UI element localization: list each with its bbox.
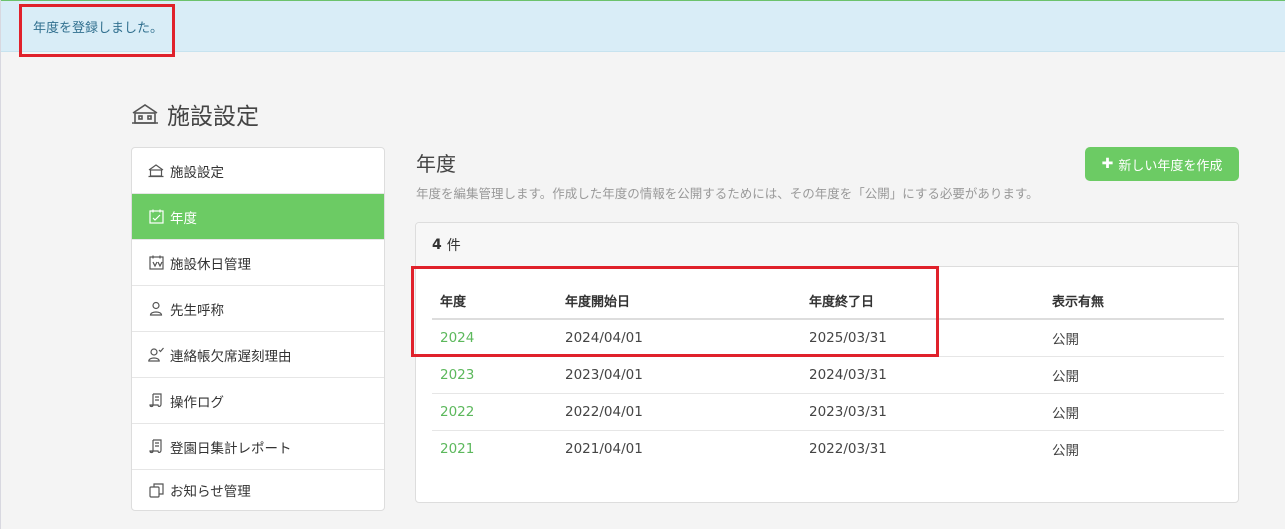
column-header-year: 年度: [432, 283, 557, 320]
year-link[interactable]: 2021: [440, 441, 474, 457]
sidebar-item-holidays[interactable]: 施設休日管理: [132, 240, 384, 286]
calendar-icon: [148, 255, 164, 271]
year-list-panel: 4 件 年度 年度開始日 年度終了日 表示有無 2024 2024/04/01 …: [415, 222, 1239, 503]
sidebar-item-label: 操作ログ: [170, 394, 224, 411]
plus-icon: ✚: [1101, 156, 1114, 172]
column-header-end-date: 年度終了日: [801, 283, 1044, 320]
year-link[interactable]: 2022: [440, 404, 474, 420]
start-date-cell: 2022/04/01: [557, 393, 801, 431]
scroll-icon: [148, 439, 164, 455]
year-link[interactable]: 2024: [440, 330, 474, 346]
end-date-cell: 2022/03/31: [809, 440, 887, 457]
sidebar-item-notices[interactable]: お知らせ管理: [132, 470, 384, 510]
calendar-icon: [148, 209, 164, 225]
section-description: 年度を編集管理します。作成した年度の情報を公開するためには、その年度を「公開」に…: [416, 186, 1039, 201]
end-date-cell: 2024/03/31: [801, 356, 1044, 394]
building-icon: [148, 163, 164, 179]
visibility-cell: 公開: [1044, 356, 1224, 394]
year-table: 年度 年度開始日 年度終了日 表示有無 2024 2024/04/01 2025…: [432, 283, 1224, 467]
table-row: 2022 2022/04/01 2023/03/31 公開: [432, 393, 1224, 431]
sidebar-item-label: 施設設定: [170, 164, 224, 181]
sidebar-item-absence-reasons[interactable]: 連絡帳欠席遅刻理由: [132, 332, 384, 378]
page-title-text: 施設設定: [167, 104, 259, 130]
table-header-row: 年度 年度開始日 年度終了日 表示有無: [432, 283, 1224, 320]
table-row: 2023 2023/04/01 2024/03/31 公開: [432, 356, 1224, 394]
column-header-start-date: 年度開始日: [557, 283, 801, 320]
sidebar-item-year[interactable]: 年度: [132, 194, 384, 240]
alert-message: 年度を登録しました。: [33, 21, 164, 36]
record-count: 4: [432, 236, 442, 253]
sidebar-item-label: お知らせ管理: [170, 484, 251, 500]
person-icon: [148, 301, 164, 317]
visibility-cell: 公開: [1044, 319, 1224, 357]
building-icon: [131, 102, 159, 126]
sidebar-item-attendance-report[interactable]: 登園日集計レポート: [132, 424, 384, 470]
sidebar-item-operation-log[interactable]: 操作ログ: [132, 378, 384, 424]
page-title: 施設設定: [131, 97, 259, 131]
sidebar-item-facility-settings[interactable]: 施設設定: [132, 148, 384, 194]
section-title: 年度: [416, 152, 456, 176]
create-year-button[interactable]: ✚ 新しい年度を作成: [1085, 147, 1239, 181]
sidebar-item-label: 連絡帳欠席遅刻理由: [170, 348, 292, 365]
start-date-cell: 2024/04/01: [557, 319, 801, 357]
copy-icon: [148, 482, 164, 498]
sidebar-nav: 施設設定 年度 施設休日管理 先生呼称 連絡帳欠席遅刻理由 操作ログ 登園日集計…: [131, 147, 385, 511]
visibility-cell: 公開: [1044, 393, 1224, 431]
success-alert: 年度を登録しました。: [1, 1, 1285, 52]
sidebar-item-teacher-titles[interactable]: 先生呼称: [132, 286, 384, 332]
visibility-cell: 公開: [1052, 442, 1079, 459]
end-date-cell: 2023/03/31: [801, 393, 1044, 431]
column-header-visibility: 表示有無: [1044, 283, 1224, 320]
scroll-icon: [148, 393, 164, 409]
person-check-icon: [148, 347, 164, 363]
start-date-cell: 2021/04/01: [565, 440, 643, 457]
panel-header: 4 件: [416, 223, 1238, 267]
record-count-suffix: 件: [446, 237, 461, 254]
table-row: 2021 2021/04/01 2022/03/31 公開: [432, 430, 1224, 467]
end-date-cell: 2025/03/31: [801, 319, 1044, 357]
create-year-button-label: 新しい年度を作成: [1118, 158, 1223, 174]
sidebar-item-label: 年度: [170, 210, 197, 227]
start-date-cell: 2023/04/01: [557, 356, 801, 394]
year-link[interactable]: 2023: [440, 367, 474, 383]
sidebar-item-label: 施設休日管理: [170, 256, 251, 273]
sidebar-item-label: 登園日集計レポート: [170, 440, 292, 457]
table-row: 2024 2024/04/01 2025/03/31 公開: [432, 319, 1224, 357]
sidebar-item-label: 先生呼称: [170, 302, 224, 319]
